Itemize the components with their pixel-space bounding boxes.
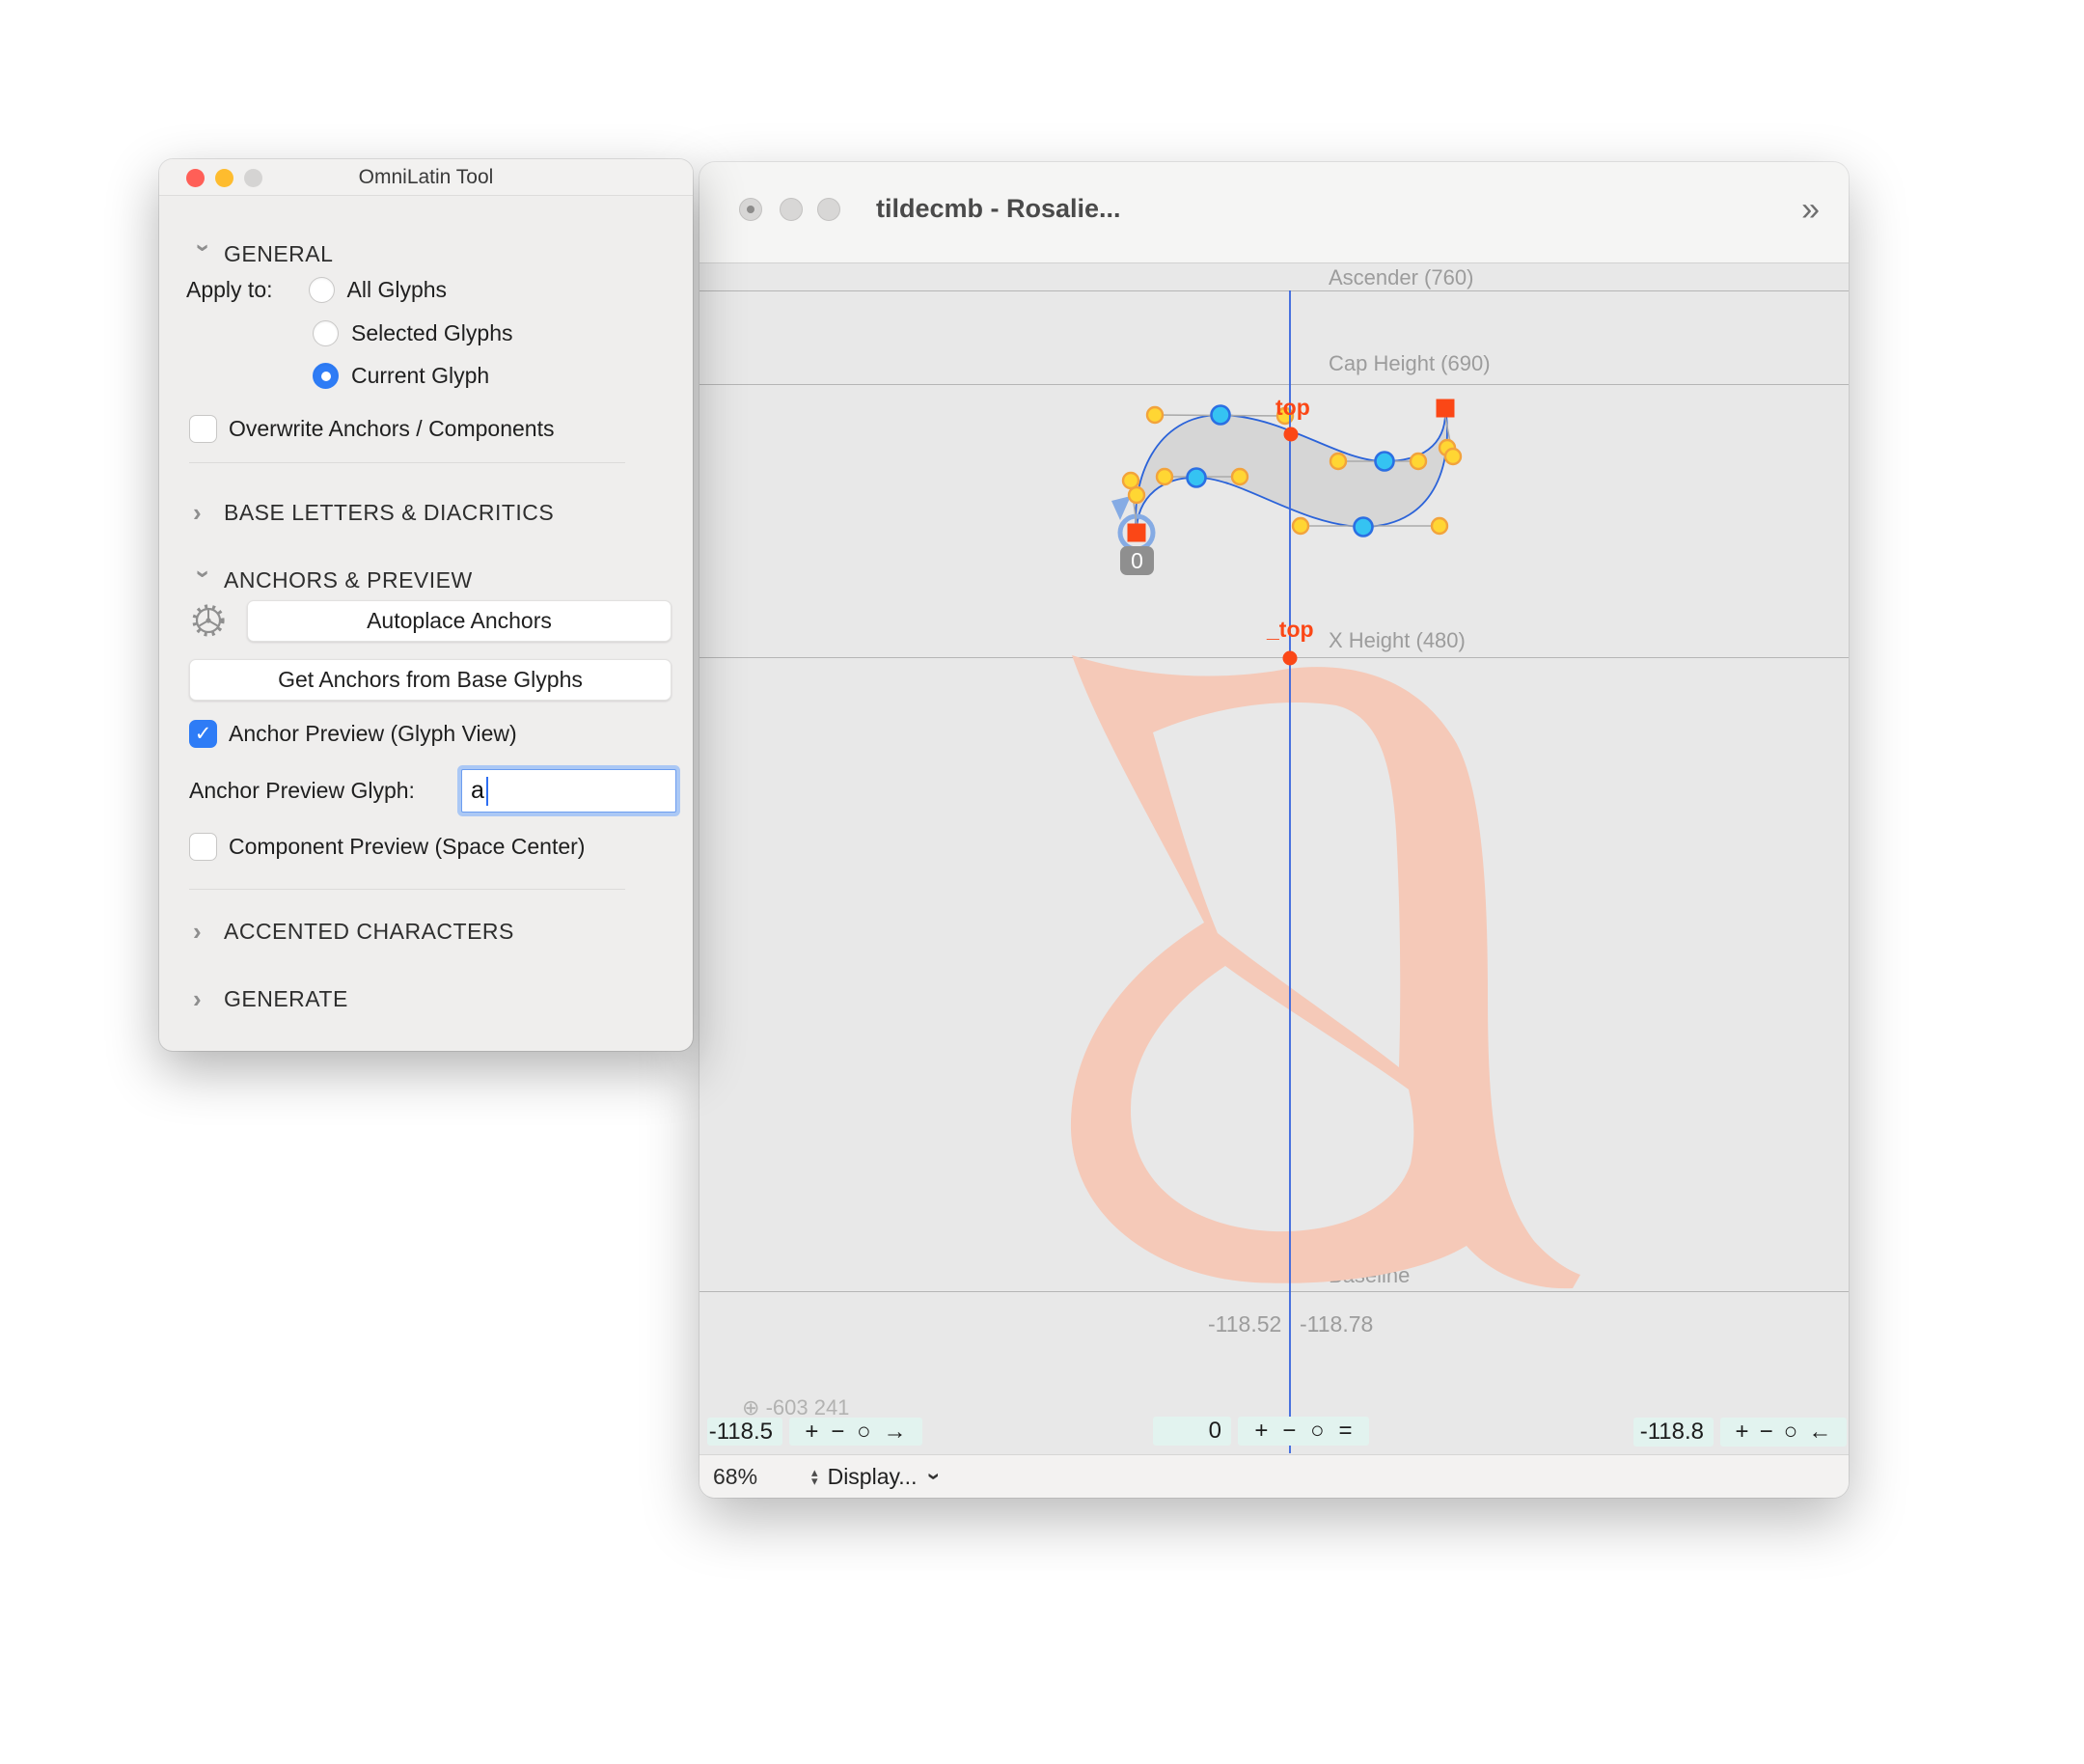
chevron-down-icon[interactable]: ›: [189, 570, 219, 592]
measure-left-value: -118.52: [1208, 1311, 1275, 1337]
anchor-undertop-label[interactable]: _top: [1267, 617, 1314, 643]
chevron-down-icon: ›: [920, 1473, 947, 1480]
left-sidebearing-controls[interactable]: + − ○ →: [789, 1418, 922, 1446]
radio-selected-glyphs[interactable]: [313, 320, 339, 346]
stepper-down-icon[interactable]: ▾: [811, 1476, 818, 1485]
glyph-canvas[interactable]: Ascender (760) Cap Height (690) X Height…: [699, 262, 1849, 1454]
section-generate[interactable]: › GENERATE: [159, 984, 693, 1014]
offcurve-point[interactable]: [1330, 454, 1346, 469]
gear-icon[interactable]: [191, 603, 226, 638]
radio-all-glyphs[interactable]: [309, 277, 335, 303]
panel-titlebar[interactable]: OmniLatin Tool: [159, 159, 693, 196]
circle-icon[interactable]: ○: [857, 1419, 871, 1446]
plus-icon[interactable]: +: [1254, 1418, 1268, 1445]
measure-right-value: -118.78: [1300, 1311, 1373, 1337]
zoom-stepper[interactable]: ▴ ▾: [811, 1468, 818, 1485]
apply-to-row: Apply to: All Glyphs: [159, 277, 693, 303]
chevron-right-icon[interactable]: ›: [193, 917, 214, 947]
offcurve-point[interactable]: [1129, 487, 1144, 503]
section-base-letters[interactable]: › BASE LETTERS & DIACRITICS: [159, 498, 693, 528]
omnilatin-tool-panel: OmniLatin Tool › GENERAL Apply to: All G…: [159, 159, 693, 1051]
width-field[interactable]: 0: [1153, 1417, 1231, 1446]
minus-icon[interactable]: −: [1760, 1419, 1773, 1446]
section-general[interactable]: › GENERAL: [159, 239, 693, 269]
panel-title: OmniLatin Tool: [159, 166, 693, 189]
preview-glyph-a: [1071, 655, 1580, 1288]
section-anchors-preview[interactable]: › ANCHORS & PREVIEW: [159, 565, 693, 595]
toolbar-overflow-icon[interactable]: »: [1801, 191, 1820, 229]
radio-current-glyph[interactable]: [313, 363, 339, 389]
anchor-preview-glyph-field[interactable]: a: [461, 769, 676, 813]
glyph-editor-window: tildecmb - Rosalie... » Ascender (760) C…: [699, 162, 1849, 1498]
offcurve-point[interactable]: [1445, 449, 1461, 464]
plus-icon[interactable]: +: [805, 1419, 818, 1446]
anchor-preview-checkbox[interactable]: ✓: [189, 720, 217, 748]
window-title: tildecmb - Rosalie...: [876, 194, 1121, 224]
smooth-node-point[interactable]: [1355, 518, 1373, 537]
glyph-outline-svg[interactable]: [699, 263, 1849, 1454]
width-controls[interactable]: + − ○ =: [1238, 1417, 1369, 1446]
anchor-preview-row: ✓ Anchor Preview (Glyph View): [159, 720, 693, 748]
zoom-level[interactable]: 68%: [713, 1464, 757, 1490]
anchor-top-point[interactable]: [1284, 427, 1299, 442]
overwrite-anchors-checkbox[interactable]: [189, 415, 217, 443]
display-menu[interactable]: Display... ›: [828, 1463, 939, 1490]
circle-icon[interactable]: ○: [1310, 1418, 1325, 1445]
circle-icon[interactable]: ○: [1784, 1419, 1798, 1446]
offcurve-point[interactable]: [1232, 469, 1248, 484]
close-button[interactable]: [739, 198, 762, 221]
chevron-right-icon[interactable]: ›: [193, 498, 214, 528]
unsaved-dot: [747, 206, 754, 213]
offcurve-point[interactable]: [1123, 473, 1138, 488]
corner-node-point[interactable]: [1128, 524, 1146, 542]
measurement-guide-line[interactable]: [1289, 290, 1291, 1453]
section-accented-characters[interactable]: › ACCENTED CHARACTERS: [159, 917, 693, 947]
offcurve-point[interactable]: [1432, 518, 1447, 534]
arrow-right-icon[interactable]: →: [884, 1419, 907, 1446]
text-caret: [486, 777, 488, 806]
arrow-left-icon[interactable]: ←: [1808, 1419, 1831, 1446]
divider: [189, 889, 625, 890]
left-sidebearing-field[interactable]: -118.5: [707, 1418, 782, 1446]
corner-node-point[interactable]: [1437, 400, 1455, 418]
get-anchors-button[interactable]: Get Anchors from Base Glyphs: [189, 659, 672, 701]
smooth-node-point[interactable]: [1212, 406, 1230, 425]
crosshair-icon: ⊕: [742, 1395, 759, 1419]
component-preview-checkbox[interactable]: [189, 833, 217, 861]
apply-to-row: Selected Glyphs: [159, 320, 693, 346]
node-index-badge: 0: [1120, 546, 1154, 575]
editor-statusbar: 68% ▴ ▾ Display... ›: [699, 1454, 1849, 1498]
offcurve-point[interactable]: [1411, 454, 1426, 469]
plus-icon[interactable]: +: [1736, 1419, 1749, 1446]
divider: [189, 462, 625, 463]
minimize-button[interactable]: [780, 198, 803, 221]
chevron-right-icon[interactable]: ›: [193, 984, 214, 1014]
minus-icon[interactable]: −: [831, 1419, 844, 1446]
equals-icon[interactable]: =: [1339, 1418, 1353, 1445]
offcurve-point[interactable]: [1157, 469, 1172, 484]
window-titlebar[interactable]: tildecmb - Rosalie... »: [699, 162, 1849, 262]
offcurve-point[interactable]: [1293, 518, 1308, 534]
right-sidebearing-controls[interactable]: + − ○ ←: [1720, 1418, 1847, 1447]
anchor-undertop-point[interactable]: [1283, 651, 1298, 666]
autoplace-anchors-button[interactable]: Autoplace Anchors: [247, 600, 672, 642]
minus-icon[interactable]: −: [1282, 1418, 1296, 1445]
chevron-down-icon[interactable]: ›: [189, 244, 219, 265]
overwrite-row: Overwrite Anchors / Components: [159, 415, 693, 443]
component-preview-row: Component Preview (Space Center): [159, 833, 693, 861]
right-sidebearing-field[interactable]: -118.8: [1633, 1418, 1714, 1447]
smooth-node-point[interactable]: [1376, 453, 1394, 471]
apply-to-row: Current Glyph: [159, 363, 693, 389]
smooth-node-point[interactable]: [1188, 469, 1206, 487]
zoom-button[interactable]: [817, 198, 840, 221]
anchor-top-label[interactable]: top: [1275, 395, 1310, 421]
offcurve-point[interactable]: [1147, 407, 1163, 423]
